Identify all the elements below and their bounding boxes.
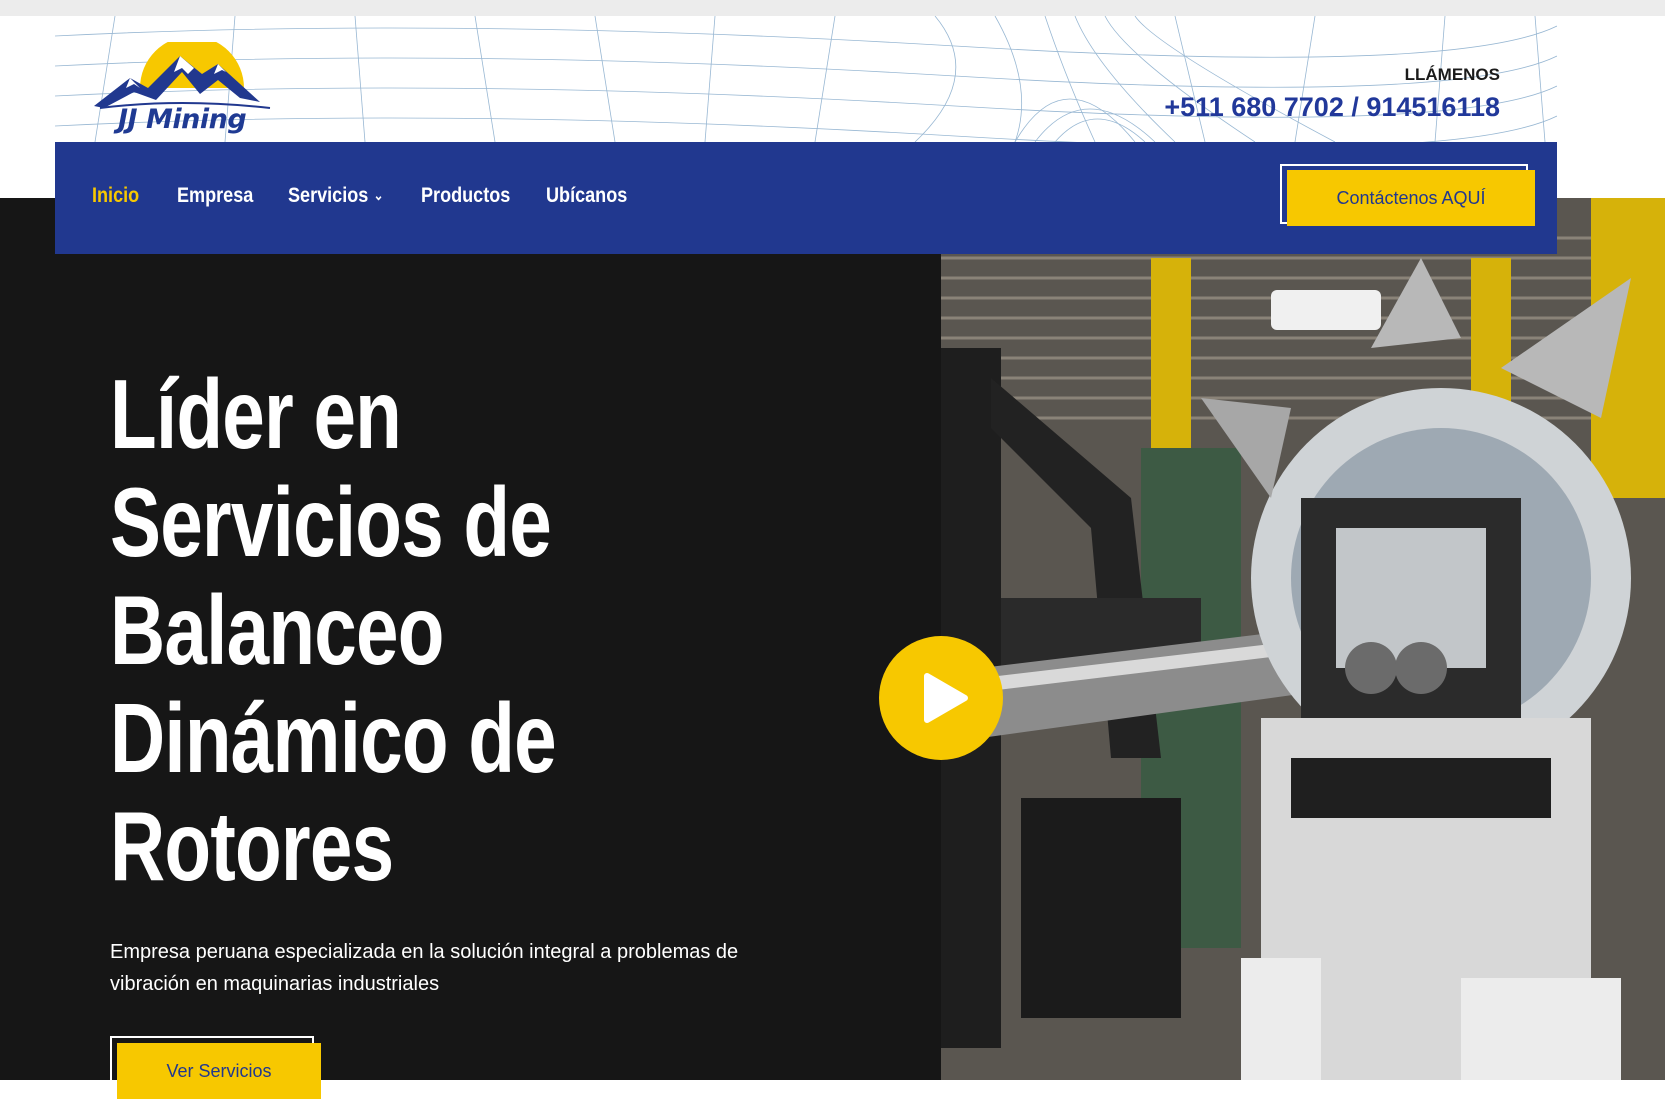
- logo-text: JJ Mining: [118, 104, 247, 135]
- phone-number[interactable]: +511 680 7702 / 914516118: [1164, 92, 1500, 123]
- browser-top-strip: [0, 0, 1665, 16]
- chevron-down-icon: ⌄: [373, 187, 384, 203]
- play-icon: [924, 673, 968, 723]
- nav-item-inicio[interactable]: Inicio: [92, 184, 139, 208]
- site-logo[interactable]: JJ Mining: [90, 36, 290, 150]
- nav-item-ubicanos[interactable]: Ubícanos: [546, 184, 627, 208]
- headline-line: Servicios de: [110, 467, 552, 577]
- headline-line: Rotores: [110, 791, 394, 901]
- nav-item-servicios[interactable]: Servicios ⌄: [288, 184, 384, 208]
- services-button[interactable]: Ver Servicios: [117, 1043, 321, 1099]
- hero-machine-photo: [941, 198, 1665, 1080]
- nav-item-productos[interactable]: Productos: [421, 184, 510, 208]
- hero-headline: Líder en Servicios de Balanceo Dinámico …: [110, 360, 672, 900]
- play-video-button[interactable]: [879, 636, 1003, 760]
- contact-button[interactable]: Contáctenos AQUÍ: [1287, 170, 1535, 226]
- nav-item-empresa[interactable]: Empresa: [177, 184, 253, 208]
- headline-line: Líder en: [110, 359, 402, 469]
- hero-subtext: Empresa peruana especializada en la solu…: [110, 941, 739, 995]
- headline-line: Balanceo: [110, 575, 444, 685]
- headline-line: Dinámico de: [110, 683, 557, 793]
- call-label: LLÁMENOS: [1404, 65, 1500, 84]
